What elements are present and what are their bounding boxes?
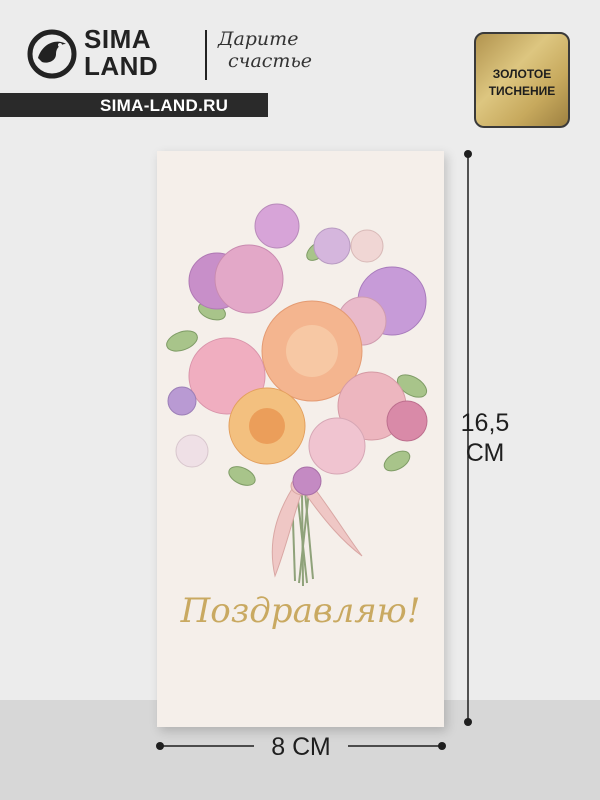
brand-divider <box>205 30 207 80</box>
badge-line2: ТИСНЕНИЕ <box>488 84 556 98</box>
money-envelope: Поздравляю! <box>157 151 444 727</box>
height-unit: СМ <box>465 439 505 467</box>
brand-header: SIMA LAND Дарите счастье <box>26 26 312 92</box>
width-label: 8 СМ <box>271 733 331 761</box>
height-label: 16,5 СМ <box>450 408 520 468</box>
brand-name-line1: SIMA <box>84 24 151 54</box>
height-value: 16,5 <box>460 409 510 437</box>
flowers <box>167 203 428 496</box>
greeting-text: Поздравляю! <box>180 591 421 631</box>
brand-url: SIMA-LAND.RU <box>100 96 229 115</box>
brand-logo-icon <box>27 29 77 79</box>
brand-slogan: Дарите счастье <box>218 28 338 72</box>
brand-url-bar: SIMA-LAND.RU <box>0 93 268 117</box>
gold-embossing-badge: ЗОЛОТОЕ ТИСНЕНИЕ <box>474 32 570 128</box>
brand-slogan-line1: Дарите <box>218 28 299 50</box>
badge-text: ЗОЛОТОЕ ТИСНЕНИЕ <box>476 66 568 100</box>
brand-name-line2: LAND <box>84 51 159 81</box>
brand-name: SIMA LAND <box>84 26 204 80</box>
flower-bouquet-illustration <box>166 203 428 587</box>
brand-slogan-line2: счастье <box>228 50 313 72</box>
ribbon <box>271 476 363 578</box>
badge-line1: ЗОЛОТОЕ <box>492 67 552 81</box>
